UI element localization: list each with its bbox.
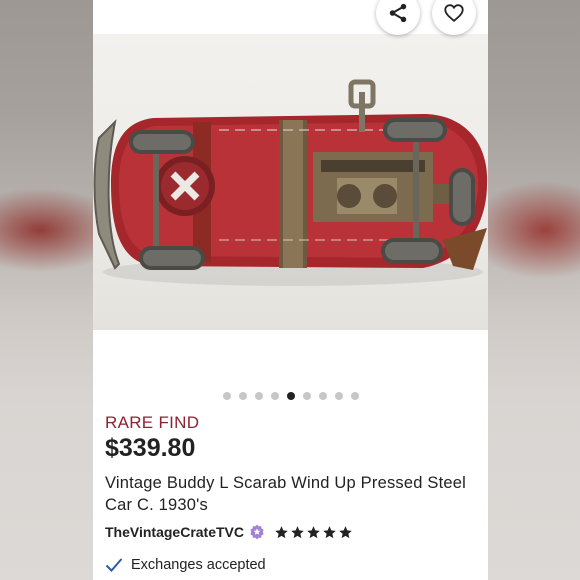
carousel-dot[interactable]	[286, 392, 295, 400]
carousel-dot[interactable]	[254, 392, 263, 400]
heart-icon	[444, 4, 464, 22]
star-icon	[323, 525, 336, 538]
star-icon	[307, 525, 320, 538]
star-icon	[339, 525, 352, 538]
seller-name[interactable]: TheVintageCrateTVC	[105, 524, 244, 540]
star-icon	[291, 525, 304, 538]
seller-row[interactable]: TheVintageCrateTVC	[105, 524, 353, 540]
share-icon	[389, 3, 407, 23]
star-seller-badge-icon	[250, 524, 264, 540]
exchanges-label: Exchanges accepted	[131, 557, 266, 573]
check-icon	[105, 558, 123, 572]
share-button[interactable]	[376, 0, 420, 35]
listing-title: Vintage Buddy L Scarab Wind Up Pressed S…	[105, 474, 467, 514]
rare-find-badge: RARE FIND	[105, 413, 200, 432]
carousel-dot[interactable]	[350, 392, 359, 400]
carousel-dot[interactable]	[302, 392, 311, 400]
carousel-dot[interactable]	[222, 392, 231, 400]
carousel-dot[interactable]	[318, 392, 327, 400]
carousel-dot[interactable]	[270, 392, 279, 400]
star-icon	[275, 525, 288, 538]
carousel-dot[interactable]	[334, 392, 343, 400]
listing-card: RARE FIND $339.80 Vintage Buddy L Scarab…	[93, 0, 488, 580]
toy-car-image	[93, 79, 488, 286]
favorite-button[interactable]	[432, 0, 476, 35]
seller-rating	[274, 525, 353, 540]
price: $339.80	[105, 434, 196, 462]
listing-photo[interactable]	[93, 34, 488, 330]
carousel-indicator[interactable]	[93, 392, 488, 400]
exchanges-row: Exchanges accepted	[105, 557, 266, 573]
carousel-dot[interactable]	[238, 392, 247, 400]
